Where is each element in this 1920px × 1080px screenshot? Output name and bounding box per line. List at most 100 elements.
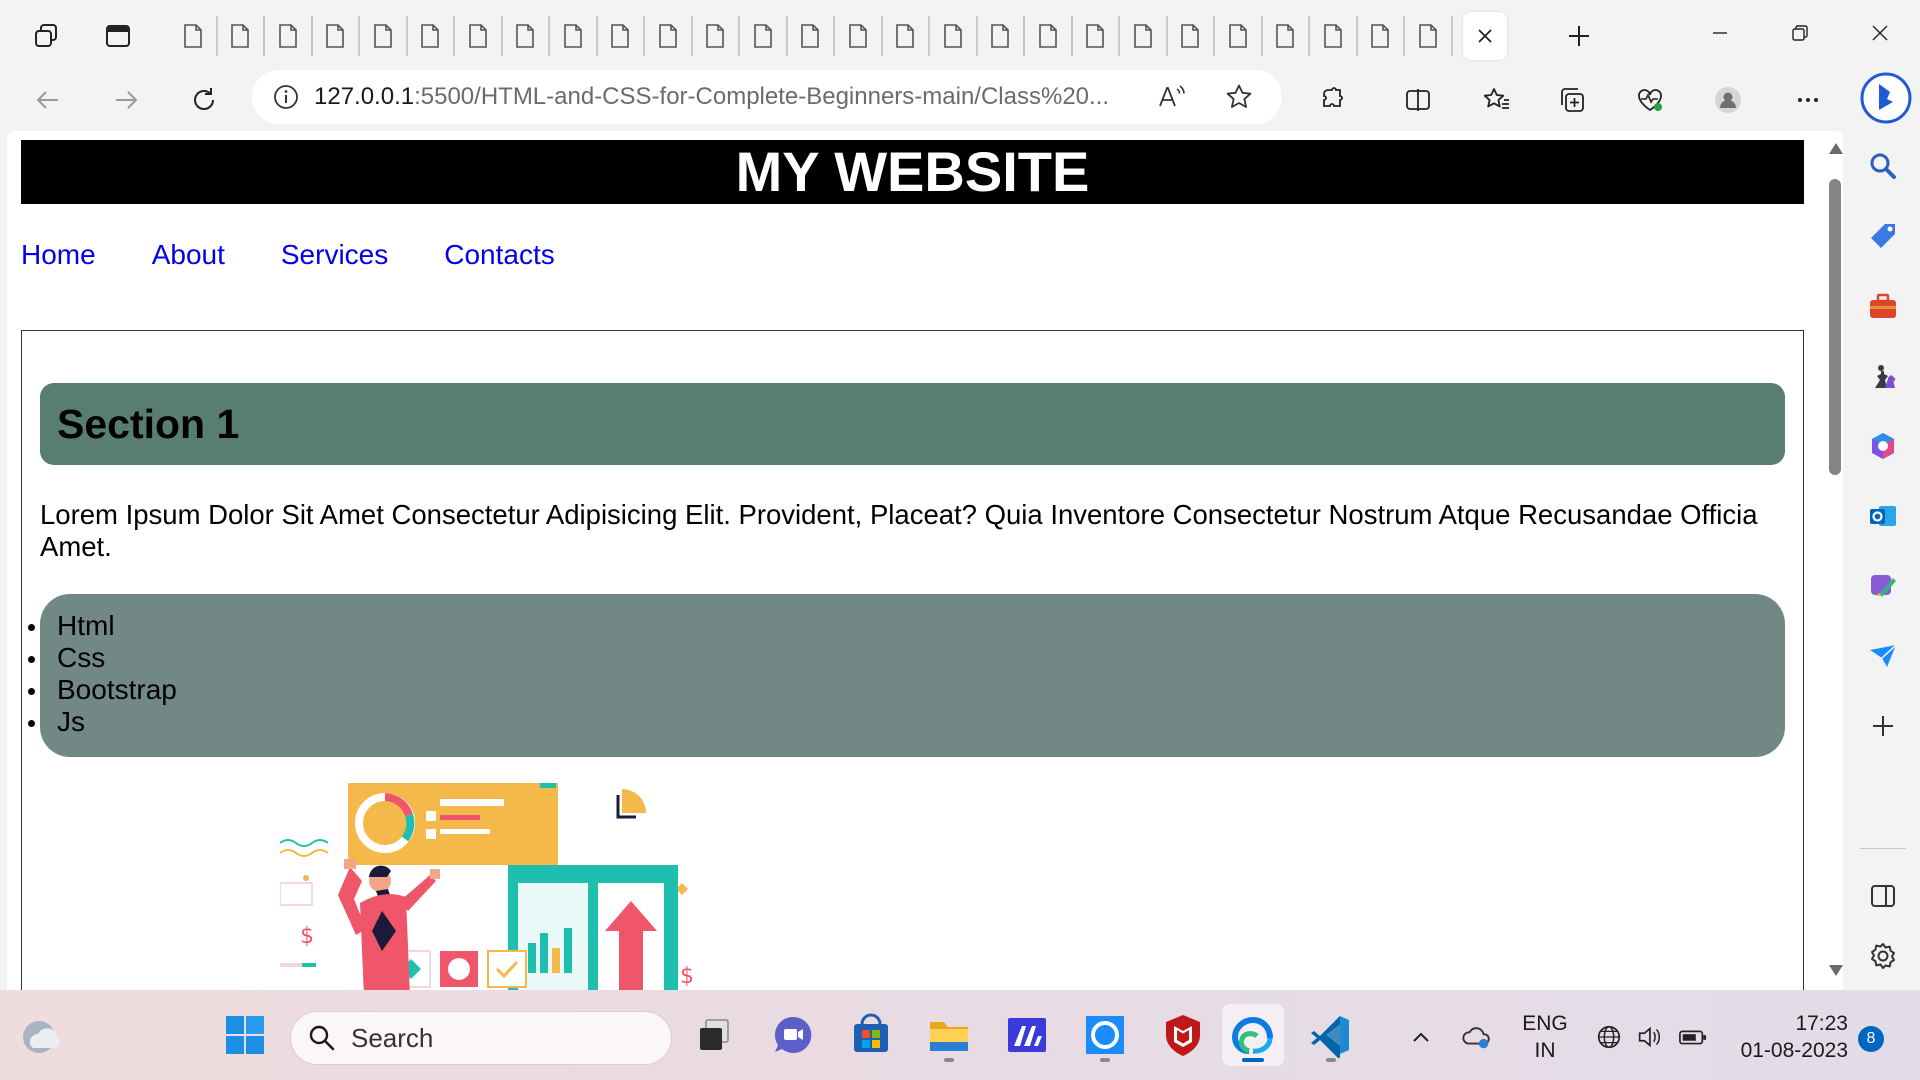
clock[interactable]: 17:23 01-08-2023 [1732, 1010, 1848, 1064]
back-button[interactable] [24, 76, 72, 124]
browser-tab[interactable] [1358, 16, 1405, 56]
search-icon[interactable] [1859, 142, 1907, 190]
browser-tab[interactable] [265, 16, 313, 56]
browser-tab[interactable] [693, 16, 740, 56]
refresh-button[interactable] [180, 76, 228, 124]
browser-tab[interactable] [1025, 16, 1073, 56]
site-info-icon[interactable] [258, 82, 314, 112]
browser-tab[interactable] [1310, 16, 1358, 56]
browser-tab[interactable] [1405, 16, 1453, 56]
browser-tab[interactable] [1120, 16, 1168, 56]
notification-badge[interactable]: 8 [1858, 1026, 1884, 1052]
minimize-button[interactable] [1680, 8, 1760, 58]
nav-link-about[interactable]: About [152, 239, 225, 271]
browser-tab[interactable] [170, 16, 218, 56]
browser-tab-active[interactable] [1462, 12, 1507, 60]
games-chess-icon[interactable] [1859, 352, 1907, 400]
hide-sidebar-icon[interactable] [1859, 872, 1907, 920]
page-viewport[interactable]: MY WEBSITE Home About Services Contacts … [7, 131, 1843, 990]
browser-tab[interactable] [978, 16, 1025, 56]
tools-briefcase-icon[interactable] [1859, 282, 1907, 330]
browser-tab[interactable] [503, 16, 550, 56]
microsoft365-icon[interactable] [1859, 422, 1907, 470]
browser-tab[interactable] [1263, 16, 1310, 56]
extensions-icon[interactable] [1308, 76, 1356, 124]
favorite-star-icon[interactable] [1220, 78, 1258, 116]
scroll-up-arrow[interactable] [1829, 143, 1843, 154]
page-scrollbar[interactable] [1826, 131, 1843, 990]
add-sidebar-app-icon[interactable] [1859, 702, 1907, 750]
close-tab-icon[interactable] [1475, 26, 1495, 46]
profile-avatar[interactable] [1704, 76, 1752, 124]
maestro-app-icon[interactable] [996, 1004, 1058, 1066]
edge-sidebar [1846, 60, 1920, 990]
browser-tab[interactable] [360, 16, 408, 56]
collections-icon[interactable] [1548, 76, 1596, 124]
analytics-illustration: $ $ [280, 783, 694, 990]
show-hidden-icons-chevron-icon[interactable] [1404, 1020, 1438, 1054]
browser-tab[interactable] [1073, 16, 1120, 56]
page-icon [991, 24, 1010, 48]
nav-link-contacts[interactable]: Contacts [444, 239, 555, 271]
designer-icon[interactable] [1859, 562, 1907, 610]
browser-tab[interactable] [313, 16, 360, 56]
skills-list: Html Css Bootstrap Js [28, 594, 1785, 757]
vscode-icon[interactable] [1300, 1004, 1362, 1066]
nav-link-services[interactable]: Services [281, 239, 388, 271]
running-indicator [1100, 1058, 1110, 1062]
browser-tab[interactable] [408, 16, 455, 56]
browser-tab[interactable] [788, 16, 835, 56]
browser-tab[interactable] [455, 16, 503, 56]
windows-taskbar: Search ENG IN 17:23 01-08-2023 8 [0, 990, 1920, 1080]
vertical-tabs-icon[interactable] [96, 14, 140, 58]
lang-code: ENG [1522, 1012, 1568, 1035]
browser-tab[interactable] [883, 16, 930, 56]
browser-tab[interactable] [550, 16, 598, 56]
page-icon [706, 24, 725, 48]
weather-widget-icon[interactable] [8, 1004, 70, 1066]
new-tab-button[interactable] [1557, 14, 1601, 58]
network-globe-icon[interactable] [1592, 1020, 1626, 1054]
browser-essentials-icon[interactable] [1626, 76, 1674, 124]
volume-icon[interactable] [1632, 1020, 1666, 1054]
workspaces-icon[interactable] [24, 14, 68, 58]
favorites-icon[interactable] [1472, 76, 1520, 124]
nav-link-home[interactable]: Home [21, 239, 96, 271]
cortana-ring-icon[interactable] [1074, 1004, 1136, 1066]
browser-tab[interactable] [835, 16, 883, 56]
input-language[interactable]: ENG IN [1520, 1010, 1570, 1064]
browser-tab[interactable] [930, 16, 978, 56]
forward-button[interactable] [102, 76, 150, 124]
scroll-down-arrow[interactable] [1829, 965, 1843, 976]
mcafee-shield-icon[interactable] [1152, 1004, 1214, 1066]
edge-browser-icon[interactable] [1222, 1004, 1284, 1066]
url-text[interactable]: 127.0.0.1:5500/HTML-and-CSS-for-Complete… [314, 83, 1114, 111]
read-aloud-icon[interactable] [1152, 78, 1190, 116]
address-bar[interactable]: 127.0.0.1:5500/HTML-and-CSS-for-Complete… [252, 70, 1282, 124]
microsoft-store-icon[interactable] [840, 1004, 902, 1066]
scroll-thumb[interactable] [1829, 179, 1841, 475]
restore-button[interactable] [1760, 8, 1840, 58]
file-explorer-icon[interactable] [918, 1004, 980, 1066]
browser-tab[interactable] [1215, 16, 1263, 56]
outlook-icon[interactable] [1859, 492, 1907, 540]
task-view-icon[interactable] [684, 1004, 746, 1066]
send-drop-icon[interactable] [1859, 632, 1907, 680]
taskbar-search-box[interactable]: Search [290, 1011, 672, 1065]
teams-chat-icon[interactable] [762, 1004, 824, 1066]
sidebar-divider [1860, 848, 1906, 849]
onedrive-cloud-icon[interactable] [1460, 1020, 1494, 1054]
browser-tab[interactable] [218, 16, 265, 56]
browser-tab[interactable] [645, 16, 693, 56]
close-window-button[interactable] [1840, 8, 1920, 58]
windows-start-icon[interactable] [214, 1004, 276, 1066]
shopping-tag-icon[interactable] [1859, 212, 1907, 260]
svg-text:$: $ [300, 924, 314, 949]
split-screen-icon[interactable] [1394, 76, 1442, 124]
browser-tab[interactable] [740, 16, 788, 56]
settings-gear-icon[interactable] [1859, 932, 1907, 980]
more-menu-icon[interactable] [1784, 76, 1832, 124]
browser-tab[interactable] [1168, 16, 1215, 56]
battery-icon[interactable] [1676, 1020, 1710, 1054]
browser-tab[interactable] [598, 16, 645, 56]
